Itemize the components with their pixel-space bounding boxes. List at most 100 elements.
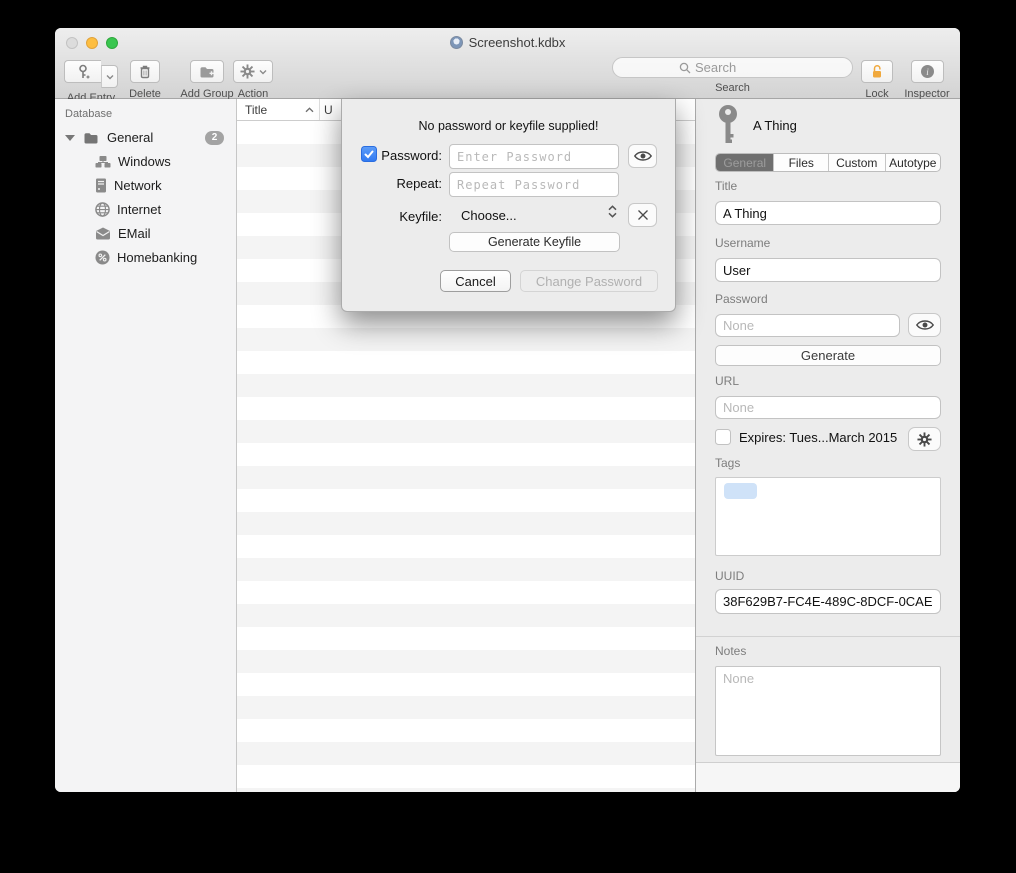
info-icon: i [920, 64, 935, 79]
window-title: Screenshot.kdbx [469, 35, 566, 50]
sidebar-item-label: EMail [118, 226, 151, 241]
title-field[interactable] [715, 201, 941, 225]
eye-icon [634, 150, 652, 162]
percent-icon [95, 250, 110, 265]
column-header-username[interactable]: U [320, 103, 333, 117]
sidebar-item-label: Network [114, 178, 162, 193]
repeat-password-input[interactable] [449, 172, 619, 197]
tag-token[interactable] [724, 483, 757, 499]
entry-count-badge: 2 [205, 131, 224, 145]
envelope-icon [95, 227, 111, 240]
folder-plus-icon [199, 65, 216, 79]
divider [696, 636, 960, 637]
sort-ascending-icon [305, 107, 314, 113]
sidebar-item-internet[interactable]: Internet [55, 198, 237, 221]
gear-icon [240, 64, 255, 79]
expires-settings-button[interactable] [908, 427, 941, 451]
sheet-keyfile-label: Keyfile: [361, 209, 442, 224]
folder-icon [83, 131, 100, 145]
tab-custom[interactable]: Custom [829, 154, 886, 171]
window-chrome: Screenshot.kdbx Add Entry [55, 28, 960, 99]
tab-general[interactable]: General [716, 154, 774, 171]
sidebar-item-general[interactable]: General 2 [55, 126, 237, 149]
add-entry-button[interactable] [64, 60, 101, 83]
action-button[interactable] [233, 60, 273, 83]
expires-row: Expires: Tues...March 2015 [715, 429, 897, 445]
change-password-button: Change Password [520, 270, 658, 292]
keyfile-popup-button[interactable]: Choose... [461, 208, 517, 223]
eye-icon [916, 319, 934, 331]
sidebar-item-label: Windows [118, 154, 171, 169]
expires-checkbox[interactable] [715, 429, 731, 445]
sidebar-item-email[interactable]: EMail [55, 222, 237, 245]
url-label: URL [715, 374, 739, 388]
search-icon [679, 62, 691, 74]
password-field[interactable] [715, 314, 900, 337]
inspector-footer [696, 763, 960, 792]
add-entry-dropdown-button[interactable] [101, 65, 118, 88]
enter-password-input[interactable] [449, 144, 619, 169]
expires-label: Expires: Tues...March 2015 [739, 430, 897, 445]
lock-open-icon [870, 64, 884, 79]
stepper-icon[interactable] [608, 205, 617, 218]
sidebar-item-label: General [107, 130, 153, 145]
reveal-password-button[interactable] [908, 313, 941, 337]
inspector-panel: A Thing General Files Custom Autotype Ti… [695, 99, 959, 792]
generate-keyfile-button[interactable]: Generate Keyfile [449, 232, 620, 252]
lock-button[interactable] [861, 60, 893, 83]
title-label: Title [715, 179, 737, 193]
close-x-icon [637, 209, 649, 221]
sidebar-item-network[interactable]: Network [55, 174, 237, 197]
inspector-button[interactable]: i [911, 60, 944, 83]
column-header-title[interactable]: Title [237, 99, 320, 120]
search-label: Search [612, 82, 853, 94]
search-field[interactable] [612, 57, 853, 78]
reveal-password-button[interactable] [628, 144, 657, 168]
key-plus-icon [75, 64, 91, 80]
entry-title: A Thing [753, 118, 797, 133]
server-icon [95, 178, 107, 193]
sidebar-item-label: Homebanking [117, 250, 197, 265]
sheet-message: No password or keyfile supplied! [342, 119, 675, 133]
app-window: Screenshot.kdbx Add Entry [55, 28, 960, 792]
sidebar-item-windows[interactable]: Windows [55, 150, 237, 173]
notes-label: Notes [715, 644, 746, 658]
entry-header: A Thing [715, 104, 797, 146]
search-input[interactable] [695, 60, 825, 75]
tab-autotype[interactable]: Autotype [886, 154, 941, 171]
disclosure-triangle-icon[interactable] [65, 135, 75, 141]
inspector-tabs: General Files Custom Autotype [715, 153, 941, 172]
globe-icon [95, 202, 110, 217]
password-label: Password [715, 292, 768, 306]
tags-label: Tags [715, 456, 740, 470]
generate-password-button[interactable]: Generate [715, 345, 941, 366]
desktop-background: Screenshot.kdbx Add Entry [0, 0, 1016, 873]
tab-files[interactable]: Files [774, 154, 829, 171]
add-group-button[interactable] [190, 60, 224, 83]
delete-button[interactable] [130, 60, 160, 83]
chevron-down-icon [259, 69, 267, 75]
sidebar-item-homebanking[interactable]: Homebanking [55, 246, 237, 269]
key-icon [715, 104, 741, 146]
document-proxy-icon [450, 36, 463, 49]
tags-field[interactable] [715, 477, 941, 556]
workgroup-icon [95, 155, 111, 169]
sidebar-item-label: Internet [117, 202, 161, 217]
chevron-down-icon [106, 74, 114, 80]
titlebar: Screenshot.kdbx [55, 35, 960, 50]
gear-icon [917, 432, 932, 447]
trash-icon [138, 64, 152, 79]
username-label: Username [715, 236, 770, 250]
sidebar: Database General 2 Windows [55, 99, 237, 792]
sheet-repeat-label: Repeat: [361, 176, 442, 191]
sheet-password-label: Password: [361, 148, 442, 163]
notes-field[interactable] [715, 666, 941, 756]
url-field[interactable] [715, 396, 941, 419]
cancel-button[interactable]: Cancel [440, 270, 511, 292]
username-field[interactable] [715, 258, 941, 282]
uuid-label: UUID [715, 569, 744, 583]
uuid-field[interactable] [715, 589, 941, 614]
clear-keyfile-button[interactable] [628, 203, 657, 227]
sidebar-section-header: Database [65, 108, 112, 120]
change-password-sheet: No password or keyfile supplied! Passwor… [341, 99, 676, 312]
